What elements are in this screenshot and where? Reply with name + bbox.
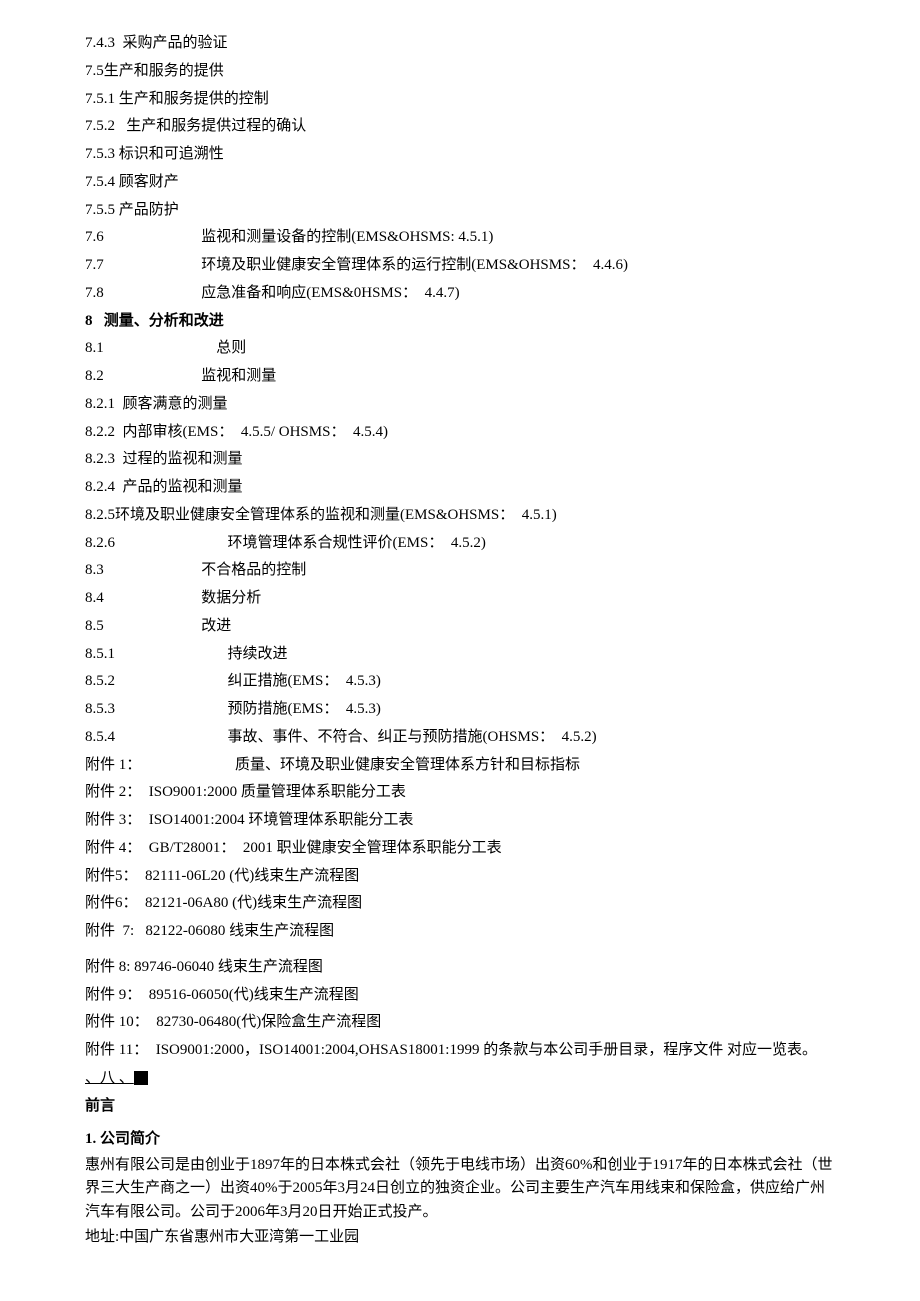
toc-line: 8 测量、分析和改进 (85, 308, 835, 336)
toc-line: 8.4 数据分析 (85, 585, 835, 613)
toc-line: 7.5.1 生产和服务提供的控制 (85, 86, 835, 114)
toc-line: 附件 8: 89746-06040 线束生产流程图 (85, 954, 835, 982)
toc-line: 8.2.2 内部审核(EMS： 4.5.5/ OHSMS： 4.5.4) (85, 419, 835, 447)
toc-line: 8.2 监视和测量 (85, 363, 835, 391)
marker-line: 、八 、 (85, 1065, 835, 1093)
toc-line: 附件 4： GB/T28001： 2001 职业健康安全管理体系职能分工表 (85, 835, 835, 863)
toc-line: 附件 10： 82730-06480(代)保险盒生产流程图 (85, 1009, 835, 1037)
toc-line: 8.2.1 顾客满意的测量 (85, 391, 835, 419)
toc-line: 8.2.5环境及职业健康安全管理体系的监视和测量(EMS&OHSMS： 4.5.… (85, 502, 835, 530)
toc-line: 附件 7: 82122-06080 线束生产流程图 (85, 918, 835, 946)
preface-heading: 前言 (85, 1093, 835, 1121)
toc-line: 8.1 总则 (85, 335, 835, 363)
toc-line: 8.3 不合格品的控制 (85, 557, 835, 585)
toc-line: 7.8 应急准备和响应(EMS&0HSMS： 4.4.7) (85, 280, 835, 308)
toc-line: 附件5： 82111-06L20 (代)线束生产流程图 (85, 863, 835, 891)
toc-line: 附件 3： ISO14001:2004 环境管理体系职能分工表 (85, 807, 835, 835)
toc-line: 8.2.3 过程的监视和测量 (85, 446, 835, 474)
toc-line: 8.2.4 产品的监视和测量 (85, 474, 835, 502)
intro-header: 1. 公司简介 (85, 1126, 835, 1154)
toc-line: 7.4.3 采购产品的验证 (85, 30, 835, 58)
toc-line: 7.6 监视和测量设备的控制(EMS&OHSMS: 4.5.1) (85, 224, 835, 252)
toc-line: 7.5.5 产品防护 (85, 197, 835, 225)
toc-line: 8.5.2 纠正措施(EMS： 4.5.3) (85, 668, 835, 696)
toc-line: 7.5.3 标识和可追溯性 (85, 141, 835, 169)
toc-line: 7.5.2 生产和服务提供过程的确认 (85, 113, 835, 141)
address-line: 地址:中国广东省惠州市大亚湾第一工业园 (85, 1224, 835, 1252)
toc-line: 8.5.3 预防措施(EMS： 4.5.3) (85, 696, 835, 724)
marker-prefix: 、八 、 (85, 1070, 134, 1086)
toc-line: 8.2.6 环境管理体系合规性评价(EMS： 4.5.2) (85, 530, 835, 558)
toc-line: 附件 9： 89516-06050(代)线束生产流程图 (85, 982, 835, 1010)
toc-line: 附件 1： 质量、环境及职业健康安全管理体系方针和目标指标 (85, 752, 835, 780)
toc-line: 7.7 环境及职业健康安全管理体系的运行控制(EMS&OHSMS： 4.4.6) (85, 252, 835, 280)
toc-line: 8.5.1 持续改进 (85, 641, 835, 669)
toc-line: 7.5生产和服务的提供 (85, 58, 835, 86)
square-icon (134, 1071, 148, 1085)
intro-body: 惠州有限公司是由创业于1897年的日本株式会社（领先于电线市场）出资60%和创业… (85, 1154, 835, 1224)
toc-line: 8.5.4 事故、事件、不符合、纠正与预防措施(OHSMS： 4.5.2) (85, 724, 835, 752)
toc-line: 7.5.4 顾客财产 (85, 169, 835, 197)
toc-line: 8.5 改进 (85, 613, 835, 641)
toc-line: 附件 11： ISO9001:2000，ISO14001:2004,OHSAS1… (85, 1037, 835, 1065)
toc-line: 附件6： 82121-06A80 (代)线束生产流程图 (85, 890, 835, 918)
toc-line: 附件 2： ISO9001:2000 质量管理体系职能分工表 (85, 779, 835, 807)
